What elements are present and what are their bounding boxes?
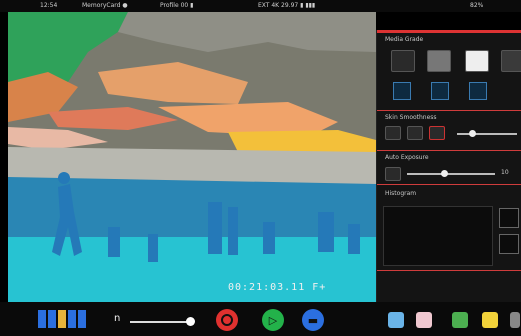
profile-status: Profile 00 ▮ <box>160 2 194 9</box>
histogram-button-1[interactable] <box>499 208 519 228</box>
histogram-view <box>383 206 493 266</box>
exposure-slider[interactable] <box>407 173 495 175</box>
skin-option-3[interactable] <box>429 126 445 140</box>
app-icon-3[interactable] <box>452 312 468 328</box>
skin-slider-knob[interactable] <box>469 130 476 137</box>
grade-preset-1[interactable] <box>391 50 415 72</box>
skin-option-2[interactable] <box>407 126 423 140</box>
skin-option-1[interactable] <box>385 126 401 140</box>
app-icon-2[interactable] <box>416 312 432 328</box>
settings-panel: Media Grade Skin Smoothness Auto Exposur… <box>376 30 521 302</box>
layout-option-1[interactable] <box>393 82 411 100</box>
divider <box>377 270 521 271</box>
divider <box>377 184 521 185</box>
section-title-histogram: Histogram <box>385 190 417 197</box>
record-button[interactable] <box>216 309 238 331</box>
panel-accent-bar <box>377 30 521 33</box>
stop-button[interactable]: ▬ <box>302 309 324 331</box>
play-button[interactable]: ▷ <box>262 309 284 331</box>
exposure-slider-knob[interactable] <box>441 170 448 177</box>
divider <box>377 150 521 151</box>
battery-status: 82% <box>470 2 484 9</box>
format-status: EXT 4K 29.97 ▮ ▮▮▮ <box>258 2 316 9</box>
volume-label: n <box>114 313 121 324</box>
layout-option-2[interactable] <box>431 82 449 100</box>
skin-slider[interactable] <box>457 133 517 135</box>
audio-meters <box>38 310 90 328</box>
exposure-value: 10 <box>501 169 509 176</box>
exposure-icon <box>385 167 401 181</box>
section-title-skin: Skin Smoothness <box>385 114 437 121</box>
grade-preset-3[interactable] <box>465 50 489 72</box>
volume-knob[interactable] <box>186 317 195 326</box>
section-title-exposure: Auto Exposure <box>385 154 429 161</box>
section-title-media-grade: Media Grade <box>385 36 424 43</box>
app-icon-4[interactable] <box>482 312 498 328</box>
grade-preset-2[interactable] <box>427 50 451 72</box>
status-bar: 12:54 MemoryCard ● Profile 00 ▮ EXT 4K 2… <box>0 0 521 12</box>
storage-status: MemoryCard ● <box>82 2 128 9</box>
layout-option-3[interactable] <box>469 82 487 100</box>
app-icon-5[interactable] <box>510 312 520 328</box>
grade-preset-4[interactable] <box>501 50 521 72</box>
histogram-button-2[interactable] <box>499 234 519 254</box>
video-preview[interactable] <box>8 12 376 302</box>
clock: 12:54 <box>40 2 58 9</box>
app-icon-1[interactable] <box>388 312 404 328</box>
divider <box>377 110 521 111</box>
volume-slider[interactable] <box>130 321 190 323</box>
timecode-display: 00:21:03.11 F+ <box>228 282 327 293</box>
